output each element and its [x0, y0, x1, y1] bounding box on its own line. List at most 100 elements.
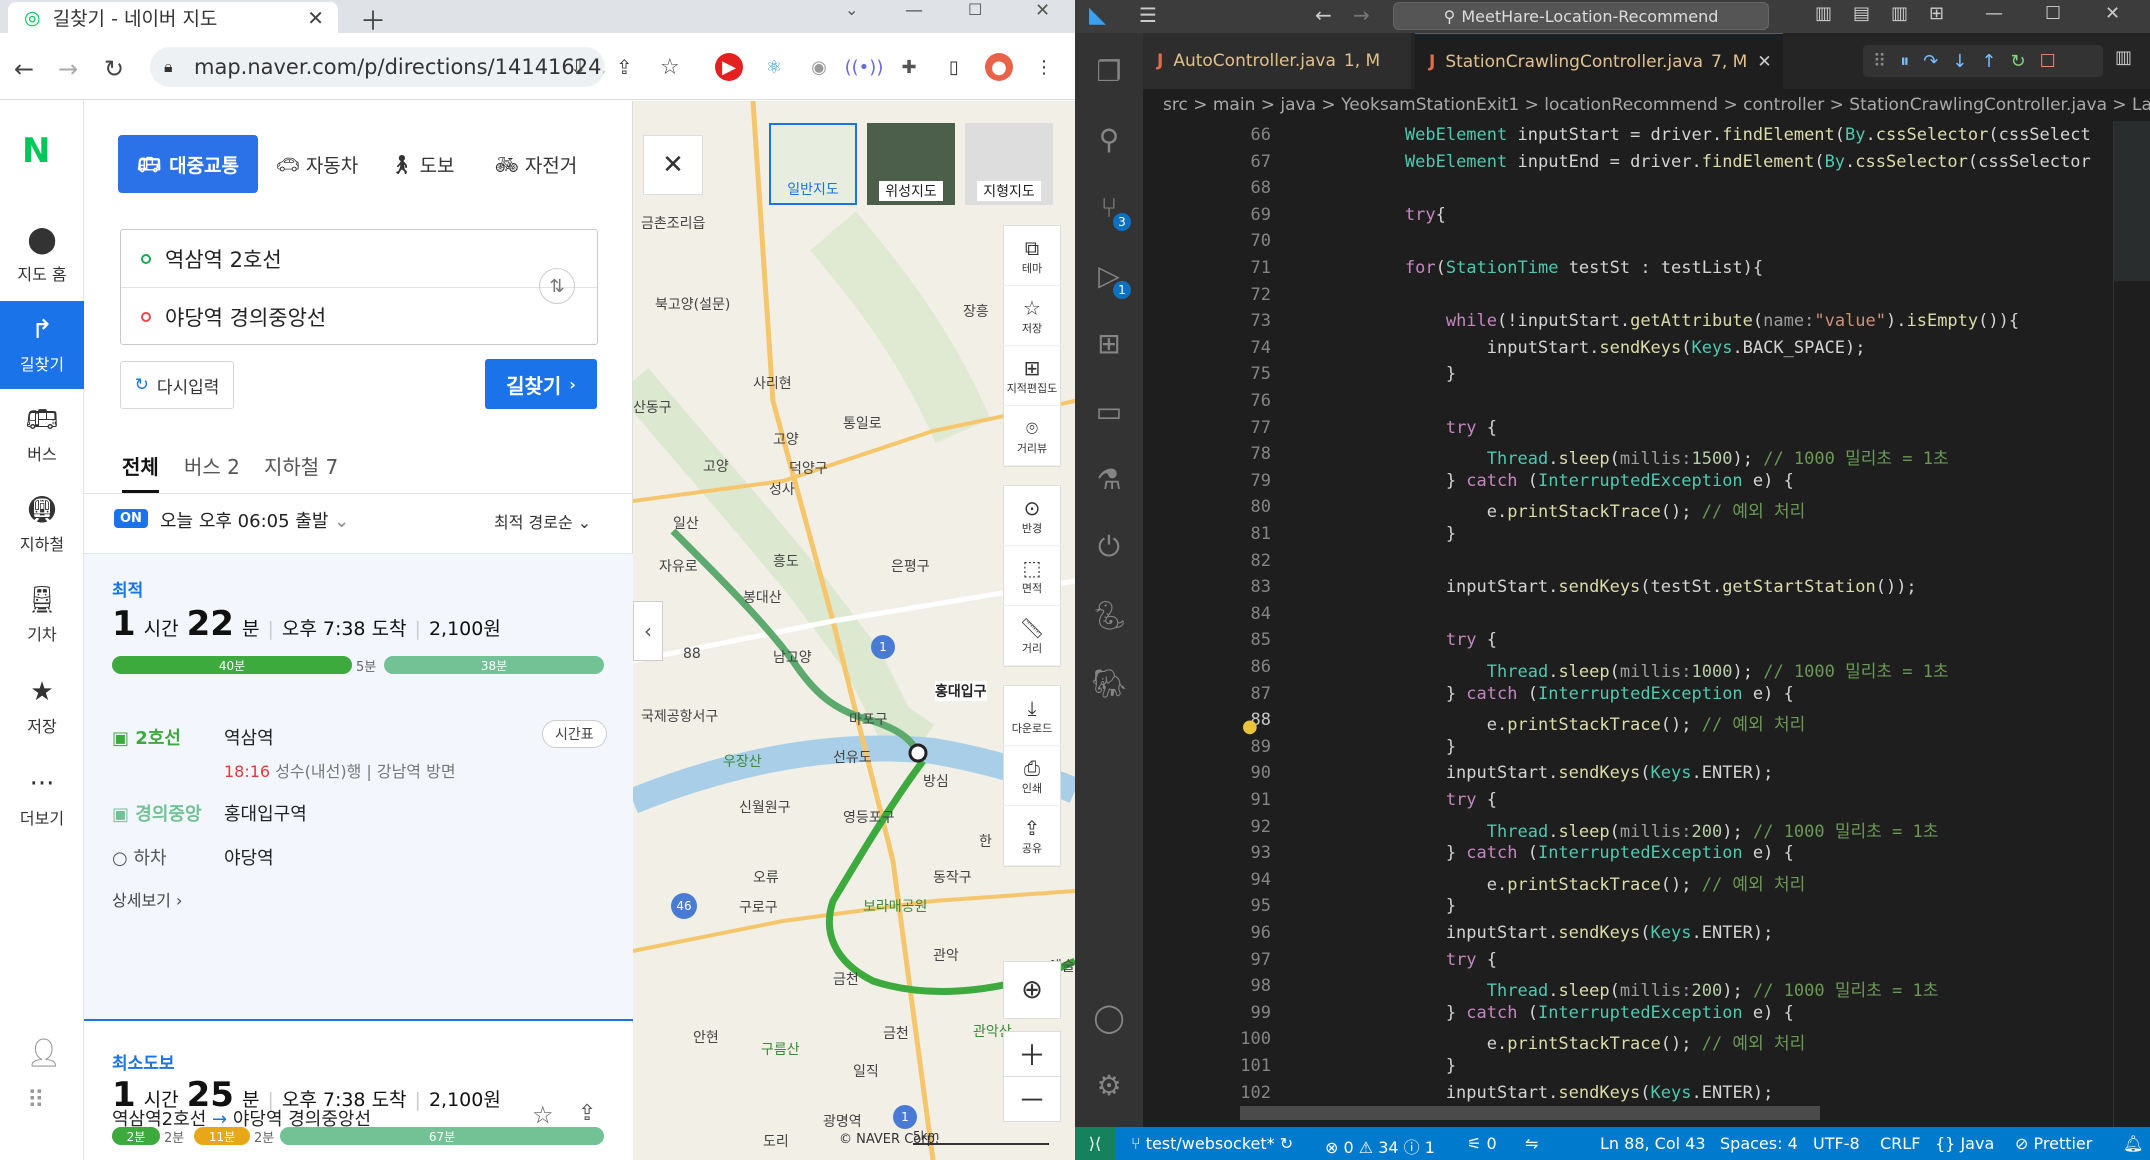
mode-car[interactable]: 🚗︎ 자동차 [264, 135, 370, 193]
rail-more[interactable]: ··· 더보기 [0, 755, 84, 843]
layout-secondary-icon[interactable]: ▥ [1891, 3, 1908, 24]
naver-logo[interactable]: N [22, 131, 50, 171]
prettier-status[interactable]: ⊘ Prettier [2015, 1134, 2092, 1153]
area-tool[interactable]: ⬚ 면적 [1003, 546, 1061, 606]
power-icon[interactable]: ⏻ [1075, 513, 1143, 581]
radius-tool[interactable]: ⊙ 반경 [1003, 486, 1061, 546]
encoding-status[interactable]: UTF-8 [1813, 1134, 1860, 1153]
sidepanel-icon[interactable]: ▯ [940, 53, 968, 81]
share-tool[interactable]: ⇪ 공유 [1003, 806, 1061, 866]
share-icon[interactable]: ⇪ [578, 1101, 596, 1126]
minimap[interactable] [2113, 121, 2150, 1127]
code-line[interactable]: inputStart.sendKeys(Keys.ENTER); [1323, 763, 1774, 783]
back-icon[interactable]: ← [14, 55, 34, 83]
code-line[interactable]: Thread.sleep(millis:1500); // 1000 밀리초 =… [1323, 444, 1949, 469]
code-line[interactable]: } [1323, 1056, 1456, 1076]
url-input[interactable]: 🔒︎ map.naver.com/p/directions/14141624..… [150, 47, 605, 87]
tab-all[interactable]: 전체 [122, 451, 159, 493]
close-tab-icon[interactable]: ✕ [1757, 52, 1771, 72]
layout-sidebar-icon[interactable]: ▥ [1815, 3, 1832, 24]
timetable-button[interactable]: 시간표 [542, 720, 607, 748]
tab-auto-controller[interactable]: J AutoController.java 1, M [1143, 33, 1411, 89]
ports-status[interactable]: ⚟ 0 [1467, 1134, 1497, 1153]
close-panel-button[interactable]: ✕ [643, 135, 703, 195]
stop-icon[interactable]: ☐ [2040, 51, 2056, 72]
layout-panel-icon[interactable]: ▤ [1853, 3, 1870, 24]
restart-icon[interactable]: ↻ [2010, 51, 2025, 72]
code-line[interactable]: inputStart.sendKeys(Keys.ENTER); [1323, 1083, 1774, 1103]
sort-dropdown[interactable]: 최적 경로순 ⌄ [494, 509, 591, 533]
reset-button[interactable]: ↻ 다시입력 [120, 361, 234, 409]
explorer-icon[interactable]: ❐ [1075, 37, 1143, 105]
minimize-icon[interactable]: — [1985, 3, 2003, 24]
code-line[interactable]: } [1323, 896, 1456, 916]
close-window-icon[interactable]: ✕ [1035, 0, 1050, 21]
drag-handle-icon[interactable]: ⠿ [1873, 51, 1886, 72]
extensions-icon[interactable]: ⊞ [1075, 309, 1143, 377]
departure-time[interactable]: 오늘 오후 06:05 출발 ⌄ [160, 507, 349, 533]
indent-status[interactable]: Spaces: 4 [1720, 1134, 1798, 1153]
close-window-icon[interactable]: ✕ [2105, 3, 2120, 24]
map-type-satellite[interactable]: 위성지도 [867, 123, 955, 205]
theme-tool[interactable]: ⧉ 테마 [1003, 226, 1061, 286]
code-line[interactable]: Thread.sleep(millis:200); // 1000 밀리초 = … [1323, 976, 1939, 1001]
profile-avatar[interactable]: ● [985, 53, 1013, 81]
breadcrumb[interactable]: src > main > java > YeoksamStationExit1 … [1143, 89, 2150, 121]
split-editor-icon[interactable]: ▥ [2115, 47, 2132, 68]
pause-icon[interactable]: ⏸ [1900, 51, 1909, 72]
code-line[interactable]: } [1323, 524, 1456, 544]
rail-map-home[interactable]: ⬤ 지도 홈 [0, 211, 84, 299]
rail-saved[interactable]: ★ 저장 [0, 663, 84, 751]
run-debug-icon[interactable]: ▷ 1 [1075, 241, 1143, 309]
remote-explorer-icon[interactable]: ▭ [1075, 377, 1143, 445]
swap-icon[interactable]: ⇅ [539, 268, 575, 304]
map-type-normal[interactable]: 일반지도 [769, 123, 857, 205]
youtube-extension-icon[interactable]: ▶ [715, 53, 743, 81]
code-line[interactable]: WebElement inputEnd = driver.findElement… [1323, 152, 2091, 172]
horizontal-scrollbar[interactable] [1240, 1106, 1820, 1120]
my-location-button[interactable]: ⊕ [1003, 961, 1061, 1019]
bookmark-star-icon[interactable]: ☆ [532, 1101, 554, 1129]
source-control-icon[interactable]: ⑂ 3 [1075, 173, 1143, 241]
mode-bike[interactable]: 🚲︎ 자전거 [474, 135, 598, 193]
language-mode[interactable]: {} Java [1935, 1134, 1994, 1153]
detail-link[interactable]: 상세보기 › [112, 887, 182, 911]
forward-icon[interactable]: → [1353, 3, 1370, 27]
python-icon[interactable]: 🐍︎ [1075, 581, 1143, 649]
code-line[interactable]: } catch (InterruptedException e) { [1323, 843, 1794, 863]
step-out-icon[interactable]: ↑ [1981, 51, 1996, 72]
step-over-icon[interactable]: ↷ [1923, 51, 1938, 72]
grid-menu-icon[interactable]: ⠿ [27, 1086, 45, 1114]
search-icon[interactable]: ⚲ [1075, 105, 1143, 173]
install-icon[interactable]: ⇩ [570, 55, 587, 79]
search-directions-button[interactable]: 길찾기 › [485, 359, 597, 409]
tab-station-crawling[interactable]: J StationCrawlingController.java 7, M ✕ [1415, 33, 1783, 89]
hongdae-station-label[interactable]: 홍대입구 [935, 681, 987, 701]
rail-directions[interactable]: ↱ 길찾기 [0, 301, 84, 389]
code-line[interactable]: } catch (InterruptedException e) { [1323, 1003, 1794, 1023]
eol-status[interactable]: CRLF [1880, 1134, 1920, 1153]
hamburger-menu-icon[interactable]: ☰ [1139, 3, 1157, 27]
tab-bus[interactable]: 버스 2 [184, 451, 240, 480]
forward-icon[interactable]: → [58, 55, 78, 83]
maximize-icon[interactable]: ☐ [2045, 3, 2061, 24]
code-line[interactable]: e.printStackTrace(); // 예외 처리 [1323, 870, 1805, 895]
code-line[interactable]: Thread.sleep(millis:1000); // 1000 밀리초 =… [1323, 657, 1949, 682]
code-line[interactable]: } catch (InterruptedException e) { [1323, 471, 1794, 491]
code-line[interactable]: Thread.sleep(millis:200); // 1000 밀리초 = … [1323, 817, 1939, 842]
extension-icon-4[interactable]: ((•)) [845, 53, 884, 81]
rail-train[interactable]: 🚆︎ 기차 [0, 571, 84, 659]
code-line[interactable]: try{ [1323, 205, 1446, 225]
code-line[interactable]: inputStart.sendKeys(Keys.BACK_SPACE); [1323, 338, 1866, 358]
tab-subway[interactable]: 지하철 7 [264, 451, 338, 480]
start-input[interactable]: 역삼역 2호선 [141, 244, 282, 274]
customize-layout-icon[interactable]: ⊞ [1929, 3, 1944, 24]
user-icon[interactable]: 👤︎ [26, 1036, 62, 1069]
account-icon[interactable]: ◯ [1075, 983, 1143, 1051]
mode-transit[interactable]: 🚌︎ 대중교통 [118, 135, 258, 193]
code-line[interactable]: while(!inputStart.getAttribute(name:"val… [1323, 311, 2019, 331]
save-tool[interactable]: ☆ 저장 [1003, 286, 1061, 346]
route-card-best[interactable]: 최적 1 시간 22 분 | 오후 7:38 도착 | 2,100원 40분 5분 38분 … [84, 553, 633, 1021]
gear-icon[interactable]: ⚙ [1075, 1051, 1143, 1119]
testing-icon[interactable]: ⚗ [1075, 445, 1143, 513]
